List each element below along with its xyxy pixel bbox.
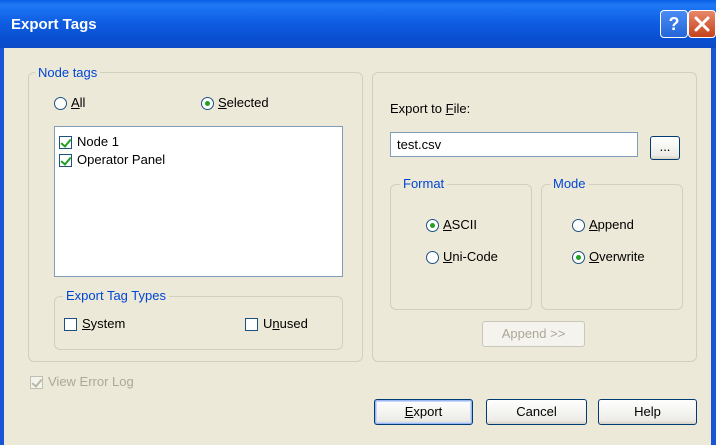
export-file-label: Export to File: (390, 101, 471, 116)
append-radio[interactable] (572, 219, 585, 232)
operator-panel-checkbox[interactable] (59, 154, 72, 167)
mode-legend: Mode (550, 176, 589, 192)
unicode-label[interactable]: Uni-Code (443, 249, 498, 265)
list-item[interactable]: Operator Panel (77, 152, 165, 168)
list-item[interactable]: Node 1 (77, 134, 119, 150)
selected-label[interactable]: Selected (218, 95, 269, 111)
help-icon-glyph: ? (668, 14, 680, 34)
view-error-log-label[interactable]: View Error Log (48, 374, 134, 390)
format-group (390, 184, 532, 310)
ascii-label[interactable]: ASCII (443, 217, 477, 233)
unused-label[interactable]: Unused (263, 316, 308, 332)
overwrite-radio[interactable] (572, 251, 585, 264)
export-tag-types-legend: Export Tag Types (63, 288, 169, 304)
export-file-input[interactable]: test.csv (390, 132, 638, 157)
ascii-radio[interactable] (426, 219, 439, 232)
browse-button[interactable]: ... (650, 136, 680, 160)
node-1-checkbox[interactable] (59, 136, 72, 149)
unused-checkbox[interactable] (245, 318, 258, 331)
node-list[interactable]: Node 1 Operator Panel (54, 126, 343, 277)
format-legend: Format (400, 176, 448, 192)
help-button[interactable]: Help (598, 399, 697, 425)
node-tags-legend: Node tags (35, 65, 101, 81)
append-more-button[interactable]: Append >> (482, 321, 585, 347)
window-frame-left (0, 48, 4, 445)
all-label[interactable]: All (71, 95, 85, 111)
window-title: Export Tags (11, 16, 97, 33)
mode-group (541, 184, 683, 310)
selected-radio[interactable] (201, 97, 214, 110)
all-radio[interactable] (54, 97, 67, 110)
close-icon-glyph (694, 16, 710, 32)
system-label[interactable]: System (82, 316, 125, 332)
unicode-radio[interactable] (426, 251, 439, 264)
window-frame-right (711, 48, 716, 445)
system-checkbox[interactable] (64, 318, 77, 331)
cancel-button[interactable]: Cancel (486, 399, 587, 425)
export-button[interactable]: Export (374, 399, 473, 425)
append-label[interactable]: Append (589, 217, 634, 233)
help-icon[interactable]: ? (660, 10, 688, 38)
title-bar: Export Tags ? (0, 0, 716, 48)
close-icon[interactable] (688, 10, 716, 38)
view-error-log-checkbox[interactable] (30, 376, 43, 389)
overwrite-label[interactable]: Overwrite (589, 249, 645, 265)
